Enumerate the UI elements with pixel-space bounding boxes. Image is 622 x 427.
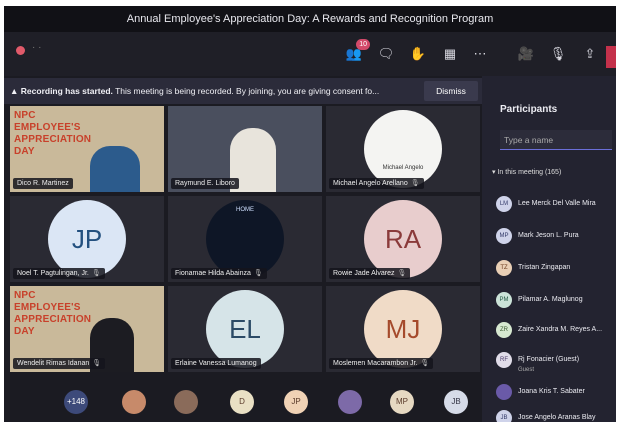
participant-avatar xyxy=(496,384,512,400)
participant-video xyxy=(90,146,140,192)
participant-list-item[interactable]: PM Pilamar A. Maglunog xyxy=(496,292,616,314)
raise-hand-icon[interactable]: ✋ xyxy=(408,44,428,64)
participant-name-label: Fionamae Hilda Abainza 🎙 xyxy=(171,268,267,279)
recording-banner-message: This meeting is being recorded. By joini… xyxy=(112,86,380,96)
participant-search-input[interactable]: Type a name xyxy=(500,130,612,150)
mic-muted-icon: 🎙 xyxy=(397,270,407,277)
logo-text: Michael Angelo xyxy=(382,165,424,171)
recording-banner: ▲ Recording has started. This meeting is… xyxy=(4,78,482,104)
participant-name-label: Noel T. Pagtulingan, Jr. 🎙 xyxy=(13,268,105,279)
share-screen-icon[interactable]: ⇪ xyxy=(580,44,600,64)
in-meeting-section-header[interactable]: ▾ In this meeting (165) xyxy=(492,168,561,176)
participant-avatar: JB xyxy=(496,410,512,422)
participant-avatar[interactable] xyxy=(122,390,146,414)
participant-avatar: ZR xyxy=(496,322,512,338)
participant-avatar: RA xyxy=(364,200,442,278)
participant-list-item[interactable]: RF Rj Fonacier (Guest) Guest xyxy=(496,352,616,378)
video-tile[interactable]: HOME Fionamae Hilda Abainza 🎙 xyxy=(168,196,322,282)
participant-list-item[interactable]: ZR Zaire Xandra M. Reyes A... xyxy=(496,322,616,344)
participant-list-item[interactable]: JB Jose Angelo Aranas Blay xyxy=(496,410,616,422)
video-tile[interactable]: NPC EMPLOYEE'S APPRECIATION DAY Wendelit… xyxy=(10,286,164,372)
participant-name-label: Dico R. Martinez xyxy=(13,178,73,189)
participant-list-item[interactable]: MP Mark Jeson L. Pura xyxy=(496,228,616,250)
participant-avatar[interactable] xyxy=(174,390,198,414)
participant-avatar[interactable] xyxy=(338,390,362,414)
participants-icon[interactable]: 👥 10 xyxy=(344,39,370,64)
video-tile[interactable]: EL Erlaine Vanessa Lumanog xyxy=(168,286,322,372)
participant-avatar: PM xyxy=(496,292,512,308)
recording-indicator-icon xyxy=(16,46,25,55)
participant-name: Lee Merck Del Valle Mira xyxy=(518,200,596,207)
more-indicator-icon: · · xyxy=(32,42,42,53)
video-tile[interactable]: RA Rowie Jade Alvarez 🎙 xyxy=(326,196,480,282)
participants-panel: Participants Type a name ▾ In this meeti… xyxy=(482,76,616,422)
participant-name-label: Moslemen Macarambon Jr. 🎙 xyxy=(329,358,434,369)
participant-list-item[interactable]: TZ Tristan Zingapan xyxy=(496,260,616,282)
participant-name: Jose Angelo Aranas Blay xyxy=(518,414,596,421)
video-tile[interactable]: MJ Moslemen Macarambon Jr. 🎙 xyxy=(326,286,480,372)
participant-list-item[interactable]: Joana Kris T. Sabater xyxy=(496,384,616,406)
mic-muted-icon: 🎙 xyxy=(91,270,101,277)
participant-avatar: JP xyxy=(48,200,126,278)
camera-off-icon[interactable]: 🎥 xyxy=(516,44,536,64)
video-tile[interactable]: Michael Angelo Michael Angelo Arellano 🎙 xyxy=(326,106,480,192)
participant-name: Zaire Xandra M. Reyes A... xyxy=(518,326,603,333)
participant-name-label: Rowie Jade Alvarez 🎙 xyxy=(329,268,411,279)
mic-muted-icon: 🎙 xyxy=(410,180,420,187)
overflow-participants-bar: +148 D JP MP JB xyxy=(4,382,482,422)
video-tile[interactable]: JP Noel T. Pagtulingan, Jr. 🎙 xyxy=(10,196,164,282)
window-title: Annual Employee's Appreciation Day: A Re… xyxy=(4,6,616,32)
video-grid: NPC EMPLOYEE'S APPRECIATION DAY Dico R. … xyxy=(10,106,482,376)
organization-logo-avatar: Michael Angelo xyxy=(364,110,442,188)
chat-icon[interactable]: 🗨 xyxy=(376,44,396,64)
participant-avatar: MJ xyxy=(364,290,442,368)
leave-button[interactable] xyxy=(606,46,616,68)
meeting-toolbar: · · 👥 10 🗨 ✋ ▦ ⋯ 🎥 🎙 ⇪ xyxy=(4,32,616,76)
participant-avatar: LM xyxy=(496,196,512,212)
participant-avatar: TZ xyxy=(496,260,512,276)
participant-name: Pilamar A. Maglunog xyxy=(518,296,583,303)
meeting-window: Annual Employee's Appreciation Day: A Re… xyxy=(4,6,616,422)
info-icon: ▲ xyxy=(10,86,21,96)
participant-name: Joana Kris T. Sabater xyxy=(518,388,585,395)
participant-avatar[interactable]: D xyxy=(230,390,254,414)
recording-banner-title: Recording has started. xyxy=(20,86,113,96)
dismiss-button[interactable]: Dismiss xyxy=(424,81,478,101)
overflow-count-badge[interactable]: +148 xyxy=(64,390,88,414)
participant-name: Mark Jeson L. Pura xyxy=(518,232,579,239)
panel-title: Participants xyxy=(500,104,558,115)
mic-off-icon[interactable]: 🎙 xyxy=(548,44,568,64)
video-tile[interactable]: Raymund E. Liboro xyxy=(168,106,322,192)
avatar-text: HOME xyxy=(236,207,254,213)
participant-name-label: Wendelit Rimas Idanan 🎙 xyxy=(13,358,106,369)
more-actions-icon[interactable]: ⋯ xyxy=(470,44,490,64)
mic-muted-icon: 🎙 xyxy=(92,360,102,367)
rooms-icon[interactable]: ▦ xyxy=(440,44,460,64)
participant-avatar[interactable]: JP xyxy=(284,390,308,414)
participant-avatar: HOME xyxy=(206,200,284,278)
participant-avatar: EL xyxy=(206,290,284,368)
event-banner-text: NPC EMPLOYEE'S APPRECIATION DAY xyxy=(14,110,92,157)
participant-name-label: Raymund E. Liboro xyxy=(171,178,239,189)
video-tile[interactable]: NPC EMPLOYEE'S APPRECIATION DAY Dico R. … xyxy=(10,106,164,192)
participant-role: Guest xyxy=(518,367,535,373)
participant-avatar: RF xyxy=(496,352,512,368)
participant-avatar[interactable]: JB xyxy=(444,390,468,414)
participant-list-item[interactable]: LM Lee Merck Del Valle Mira xyxy=(496,196,616,218)
mic-muted-icon: 🎙 xyxy=(420,360,430,367)
participant-name-label: Erlaine Vanessa Lumanog xyxy=(171,358,261,369)
participant-name-label: Michael Angelo Arellano 🎙 xyxy=(329,178,424,189)
participant-name: Tristan Zingapan xyxy=(518,264,571,271)
participants-count-badge: 10 xyxy=(356,39,370,50)
participant-avatar[interactable]: MP xyxy=(390,390,414,414)
mic-muted-icon: 🎙 xyxy=(253,270,263,277)
participant-avatar: MP xyxy=(496,228,512,244)
